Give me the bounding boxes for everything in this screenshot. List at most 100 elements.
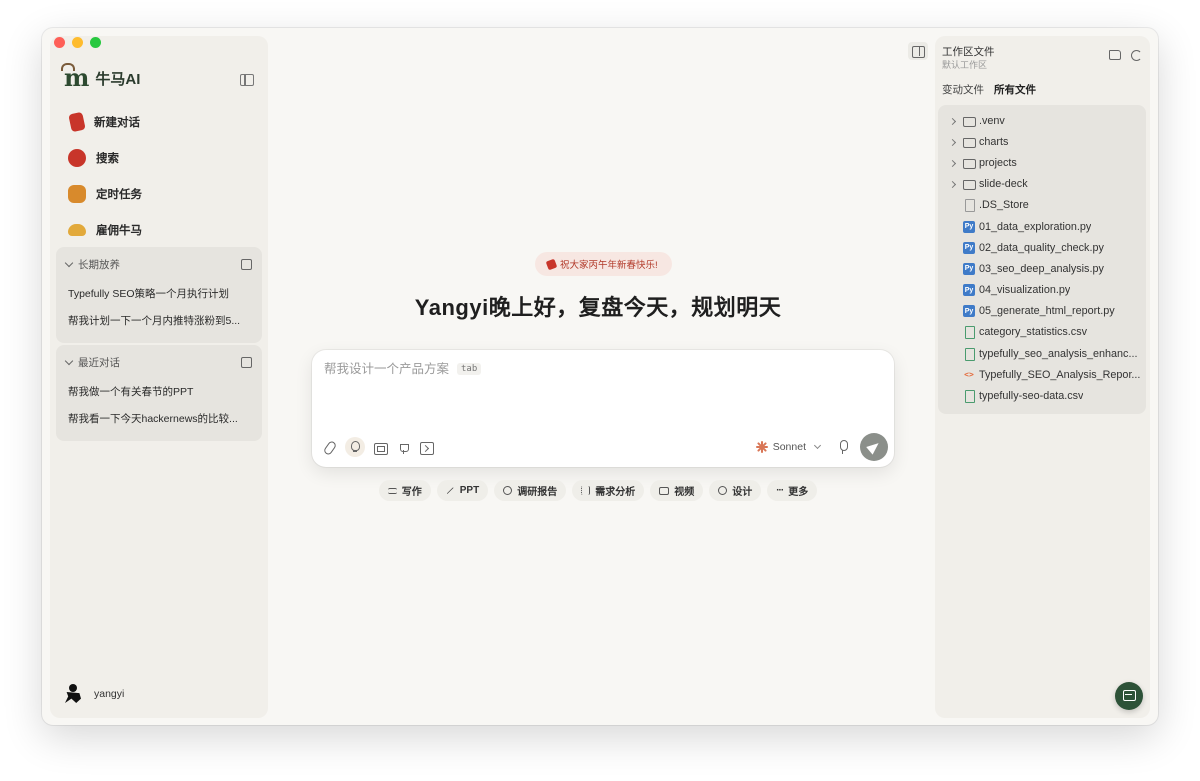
quick-action-video[interactable]: 视频 xyxy=(650,480,704,501)
file-tree: .venv charts projects slide-deck .DS_Sto… xyxy=(938,105,1146,414)
tab-hint: tab xyxy=(457,363,482,375)
nav-scheduled-tasks[interactable]: 定时任务 xyxy=(68,176,258,212)
chip-label: 更多 xyxy=(788,487,809,498)
conversation-item[interactable]: 帮我做一个有关春节的PPT xyxy=(66,379,252,406)
tab-changed-files[interactable]: 变动文件 xyxy=(942,82,984,97)
file-name: typefully_seo_analysis_enhanc... xyxy=(979,347,1138,360)
group-toggle[interactable]: 长期放养 xyxy=(64,257,120,272)
pen-lines-icon xyxy=(387,487,397,494)
red-envelope-icon xyxy=(68,111,86,133)
search-icon xyxy=(503,486,513,495)
toolbox-icon[interactable] xyxy=(373,440,388,455)
brand-name: 牛马AI xyxy=(95,70,141,88)
python-file-icon: Py xyxy=(963,220,975,233)
new-conversation-icon[interactable] xyxy=(241,356,252,368)
gold-ingot-icon xyxy=(68,224,86,236)
python-file-icon: Py xyxy=(963,284,975,297)
nav-hire-agents[interactable]: 雇佣牛马 xyxy=(68,212,258,248)
prompt-input[interactable] xyxy=(324,362,449,376)
file-tree-row[interactable]: slide-deck xyxy=(938,174,1146,195)
file-tabs: 变动文件 所有文件 xyxy=(942,82,1036,97)
file-tree-row[interactable]: projects xyxy=(938,152,1146,173)
close-window-button[interactable] xyxy=(54,37,65,48)
open-folder-icon[interactable] xyxy=(1109,50,1121,60)
sidebar-collapse-icon[interactable] xyxy=(240,74,254,86)
chevron-right-icon xyxy=(948,136,960,148)
quick-action-design[interactable]: 设计 xyxy=(709,480,762,501)
quick-action-research[interactable]: 调研报告 xyxy=(494,480,567,501)
user-profile[interactable]: yangyi xyxy=(62,682,124,706)
group-toggle[interactable]: 最近对话 xyxy=(64,355,120,370)
file-tree-row[interactable]: Py 05_generate_html_report.py xyxy=(938,301,1146,322)
nav-new-chat[interactable]: 新建对话 xyxy=(68,104,258,140)
python-file-icon: Py xyxy=(963,305,975,318)
quick-action-more[interactable]: ··· 更多 xyxy=(767,480,818,501)
user-name: yangyi xyxy=(94,688,125,700)
file-tree-row[interactable]: .venv xyxy=(938,110,1146,131)
file-tree-row[interactable]: typefully_seo_analysis_enhanc... xyxy=(938,343,1146,364)
file-tree-row[interactable]: .DS_Store xyxy=(938,195,1146,216)
workspace-name: 默认工作区 xyxy=(942,60,988,70)
file-name: typefully-seo-data.csv xyxy=(979,390,1084,403)
brand-logo: m 牛马AI xyxy=(60,63,141,92)
festival-text: 祝大家丙午年新春快乐! xyxy=(560,260,658,271)
conversation-item[interactable]: 帮我看一下今天hackernews的比较... xyxy=(66,406,252,433)
chevron-right-icon xyxy=(948,157,960,169)
idea-bulb-icon[interactable] xyxy=(345,437,365,457)
zoom-window-button[interactable] xyxy=(90,37,101,48)
conversation-item[interactable]: 帮我计划一下一个月内推特涨粉到5... xyxy=(66,308,252,335)
file-tree-row[interactable]: Py 01_data_exploration.py xyxy=(938,216,1146,237)
chip-label: 调研报告 xyxy=(517,487,558,498)
file-tree-row[interactable]: category_statistics.csv xyxy=(938,322,1146,343)
minimize-window-button[interactable] xyxy=(72,37,83,48)
quick-action-writing[interactable]: 写作 xyxy=(378,480,431,501)
chip-label: PPT xyxy=(459,485,480,496)
folder-icon xyxy=(963,136,976,148)
python-file-icon: Py xyxy=(963,241,975,254)
model-selector[interactable]: Sonnet xyxy=(756,441,822,453)
attach-icon[interactable] xyxy=(322,440,337,455)
quick-action-requirements[interactable]: 需求分析 xyxy=(572,480,645,501)
panel-title: 工作区文件 xyxy=(942,46,995,58)
file-tree-row[interactable]: charts xyxy=(938,131,1146,152)
feedback-chat-button[interactable] xyxy=(1115,682,1143,710)
chip-label: 写作 xyxy=(401,487,422,498)
video-icon xyxy=(659,486,670,495)
chevron-down-icon xyxy=(64,258,74,267)
sidebar-nav: 新建对话 搜索 定时任务 雇佣牛马 xyxy=(68,104,258,248)
new-task-icon[interactable] xyxy=(241,258,252,270)
ox-logo-icon: m xyxy=(60,63,90,92)
file-name: charts xyxy=(979,135,1009,148)
terminal-icon[interactable] xyxy=(419,440,434,455)
microphone-icon[interactable] xyxy=(836,439,850,455)
plugin-icon[interactable] xyxy=(396,440,411,455)
chevron-down-icon xyxy=(64,356,74,365)
file-tree-row[interactable]: Py 04_visualization.py xyxy=(938,280,1146,301)
conversation-item[interactable]: Typefully SEO策略一个月执行计划 xyxy=(66,281,252,308)
chip-label: 视频 xyxy=(674,487,695,498)
magic-wand-icon xyxy=(446,486,455,495)
send-button[interactable] xyxy=(860,433,888,461)
refresh-icon[interactable] xyxy=(1131,50,1142,61)
main-area: 祝大家丙午年新春快乐! Yangyi晚上好，复盘今天，规划明天 tab Sonn… xyxy=(268,28,928,725)
file-name: category_statistics.csv xyxy=(979,326,1088,339)
lantern-icon xyxy=(68,149,86,167)
file-tree-row[interactable]: Py 03_seo_deep_analysis.py xyxy=(938,258,1146,279)
quick-action-ppt[interactable]: PPT xyxy=(436,480,489,501)
chevron-down-icon xyxy=(813,441,822,450)
file-name: projects xyxy=(979,156,1017,169)
page-title: Yangyi晚上好，复盘今天，规划明天 xyxy=(414,295,782,320)
festival-banner: 祝大家丙午年新春快乐! xyxy=(535,252,672,276)
nav-search[interactable]: 搜索 xyxy=(68,140,258,176)
file-name: 04_visualization.py xyxy=(979,284,1071,297)
nav-search-label: 搜索 xyxy=(96,153,119,165)
palette-icon xyxy=(718,486,728,495)
file-tree-row[interactable]: Py 02_data_quality_check.py xyxy=(938,237,1146,258)
tab-all-files[interactable]: 所有文件 xyxy=(994,82,1036,97)
more-icon: ··· xyxy=(776,485,784,496)
right-panel-toggle-icon[interactable] xyxy=(908,42,928,60)
file-tree-row[interactable]: <> Typefully_SEO_Analysis_Repor... xyxy=(938,364,1146,385)
file-tree-row[interactable]: typefully-seo-data.csv xyxy=(938,385,1146,406)
file-icon xyxy=(963,199,975,213)
python-file-icon: Py xyxy=(963,262,975,275)
